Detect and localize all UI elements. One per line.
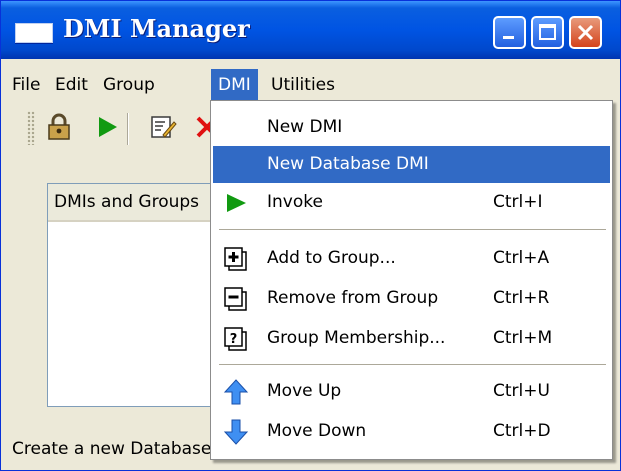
play-icon[interactable] <box>93 113 121 141</box>
menu-separator <box>219 364 606 366</box>
menu-utilities[interactable]: Utilities <box>264 69 342 101</box>
menu-item-move-down[interactable]: Move Down Ctrl+D <box>213 413 610 450</box>
menu-item-label: Remove from Group <box>267 288 439 308</box>
menu-item-shortcut: Ctrl+D <box>493 421 551 441</box>
menu-item-invoke[interactable]: Invoke Ctrl+I <box>213 184 610 221</box>
toolbar-grip[interactable] <box>27 111 35 145</box>
dmi-dropdown-menu: New DMI New Database DMI Invoke Ctrl+I A… <box>210 100 613 460</box>
app-window-icon <box>15 23 53 43</box>
minimize-icon <box>503 36 514 39</box>
menu-item-new-dmi[interactable]: New DMI <box>213 109 610 146</box>
menu-item-label: Move Up <box>267 381 342 401</box>
menu-item-new-database-dmi[interactable]: New Database DMI <box>213 146 610 183</box>
close-icon <box>577 24 594 41</box>
menu-item-label: Move Down <box>267 421 367 441</box>
menu-item-add-to-group[interactable]: Add to Group... Ctrl+A <box>213 240 610 277</box>
add-to-group-icon <box>224 247 247 271</box>
menu-item-label: Group Membership... <box>267 328 446 348</box>
menu-separator <box>219 229 606 231</box>
menu-item-move-up[interactable]: Move Up Ctrl+U <box>213 373 610 410</box>
menu-item-group-membership[interactable]: ? Group Membership... Ctrl+M <box>213 320 610 357</box>
title-bar[interactable]: DMI Manager <box>1 1 620 59</box>
maximize-icon <box>539 24 556 40</box>
play-icon <box>227 194 246 212</box>
menu-item-label: Invoke <box>267 192 323 212</box>
menu-group[interactable]: Group <box>96 69 162 101</box>
menu-file[interactable]: File <box>5 69 47 101</box>
menu-item-label: New Database DMI <box>267 154 429 174</box>
menu-item-shortcut: Ctrl+U <box>493 381 550 401</box>
menu-item-remove-from-group[interactable]: Remove from Group Ctrl+R <box>213 280 610 317</box>
menu-dmi[interactable]: DMI <box>211 69 258 101</box>
menu-item-shortcut: Ctrl+I <box>493 192 543 212</box>
menu-edit[interactable]: Edit <box>48 69 95 101</box>
maximize-button[interactable] <box>531 16 564 49</box>
minimize-button[interactable] <box>493 16 526 49</box>
arrow-up-icon <box>223 379 249 405</box>
group-membership-icon: ? <box>224 327 247 351</box>
menu-item-shortcut: Ctrl+A <box>493 248 550 268</box>
close-button[interactable] <box>569 16 602 49</box>
svg-text:?: ? <box>230 332 238 347</box>
lock-icon[interactable] <box>45 113 73 141</box>
arrow-down-icon <box>223 419 249 445</box>
menu-item-shortcut: Ctrl+M <box>493 328 553 348</box>
menu-bar: File Edit Group DMI Utilities <box>1 69 620 101</box>
menu-item-label: Add to Group... <box>267 248 396 268</box>
window-title: DMI Manager <box>63 14 250 43</box>
toolbar-separator <box>127 113 129 145</box>
menu-item-shortcut: Ctrl+R <box>493 288 550 308</box>
remove-from-group-icon <box>224 287 247 311</box>
edit-icon[interactable] <box>149 113 177 141</box>
menu-item-label: New DMI <box>267 117 343 137</box>
